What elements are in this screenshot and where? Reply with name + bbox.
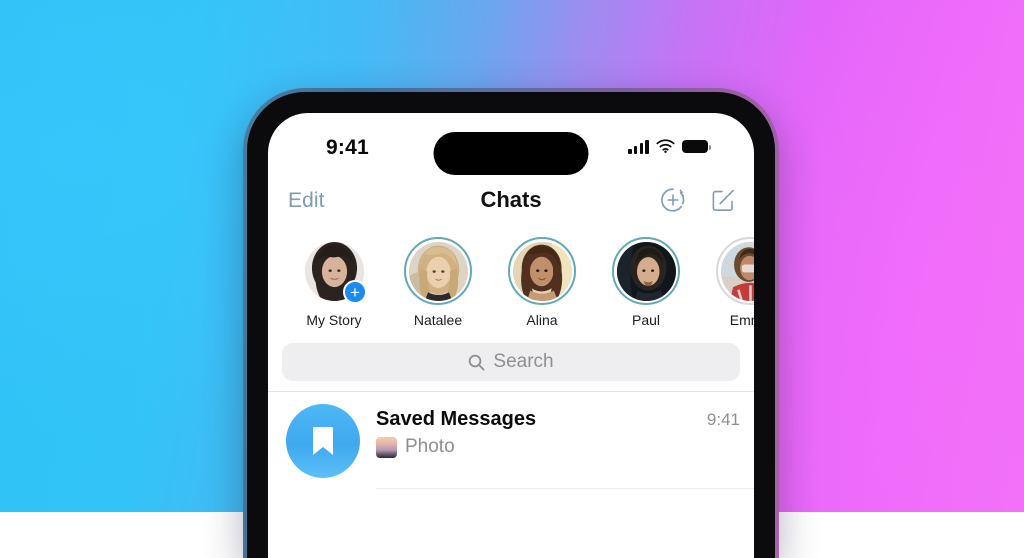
story-item[interactable]: Emma: [698, 237, 754, 341]
list-divider: [376, 488, 754, 489]
story-name: Paul: [632, 312, 660, 328]
status-bar-indicators: [628, 139, 708, 154]
avatar: [617, 242, 676, 301]
edit-button[interactable]: Edit: [288, 189, 325, 213]
search-magnifier-icon: [468, 354, 485, 371]
chat-title: Saved Messages: [376, 408, 707, 431]
story-ring: [404, 237, 472, 305]
battery-full-icon: [682, 140, 708, 153]
status-bar-time: 9:41: [326, 136, 369, 160]
phone-screen: 9:41 Edit Chats: [268, 113, 754, 558]
story-ring: [716, 237, 754, 305]
search-bar-container: Search: [268, 341, 754, 391]
chat-row-content: Saved Messages Photo: [360, 404, 707, 458]
story-item[interactable]: Natalee: [386, 237, 490, 341]
story-item[interactable]: Alina: [490, 237, 594, 341]
chat-preview-text: Photo: [405, 436, 455, 458]
chat-row-saved-messages[interactable]: Saved Messages Photo 9:41: [268, 392, 754, 488]
chat-timestamp: 9:41: [707, 404, 740, 430]
compose-pencil-square-icon[interactable]: [710, 187, 736, 213]
story-ring: +: [300, 237, 368, 305]
avatar: [409, 242, 468, 301]
dynamic-island: [434, 132, 589, 175]
avatar: [513, 242, 572, 301]
story-name: Alina: [526, 312, 557, 328]
search-input[interactable]: Search: [282, 343, 740, 381]
story-ring: [508, 237, 576, 305]
chat-subtitle: Photo: [376, 436, 707, 458]
saved-messages-bookmark-icon: [286, 404, 360, 478]
navigation-bar: Edit Chats: [268, 175, 754, 233]
page-title: Chats: [480, 187, 541, 213]
story-item[interactable]: Paul: [594, 237, 698, 341]
wifi-icon: [656, 139, 675, 154]
status-bar: 9:41: [268, 113, 754, 175]
avatar: [721, 242, 755, 301]
add-story-plus-circle-icon[interactable]: [660, 187, 686, 213]
search-placeholder-text: Search: [493, 351, 553, 373]
stories-row[interactable]: + My Story: [268, 233, 754, 341]
story-name: Emma: [730, 312, 754, 328]
nav-bar-actions: [660, 187, 736, 213]
story-item[interactable]: + My Story: [282, 237, 386, 341]
photo-thumbnail-icon: [376, 437, 397, 458]
story-name: Natalee: [414, 312, 462, 328]
story-name: My Story: [306, 312, 361, 328]
story-ring: [612, 237, 680, 305]
chat-list: Saved Messages Photo 9:41: [268, 391, 754, 489]
cellular-signal-icon: [628, 140, 649, 154]
add-story-badge-icon[interactable]: +: [343, 280, 367, 304]
